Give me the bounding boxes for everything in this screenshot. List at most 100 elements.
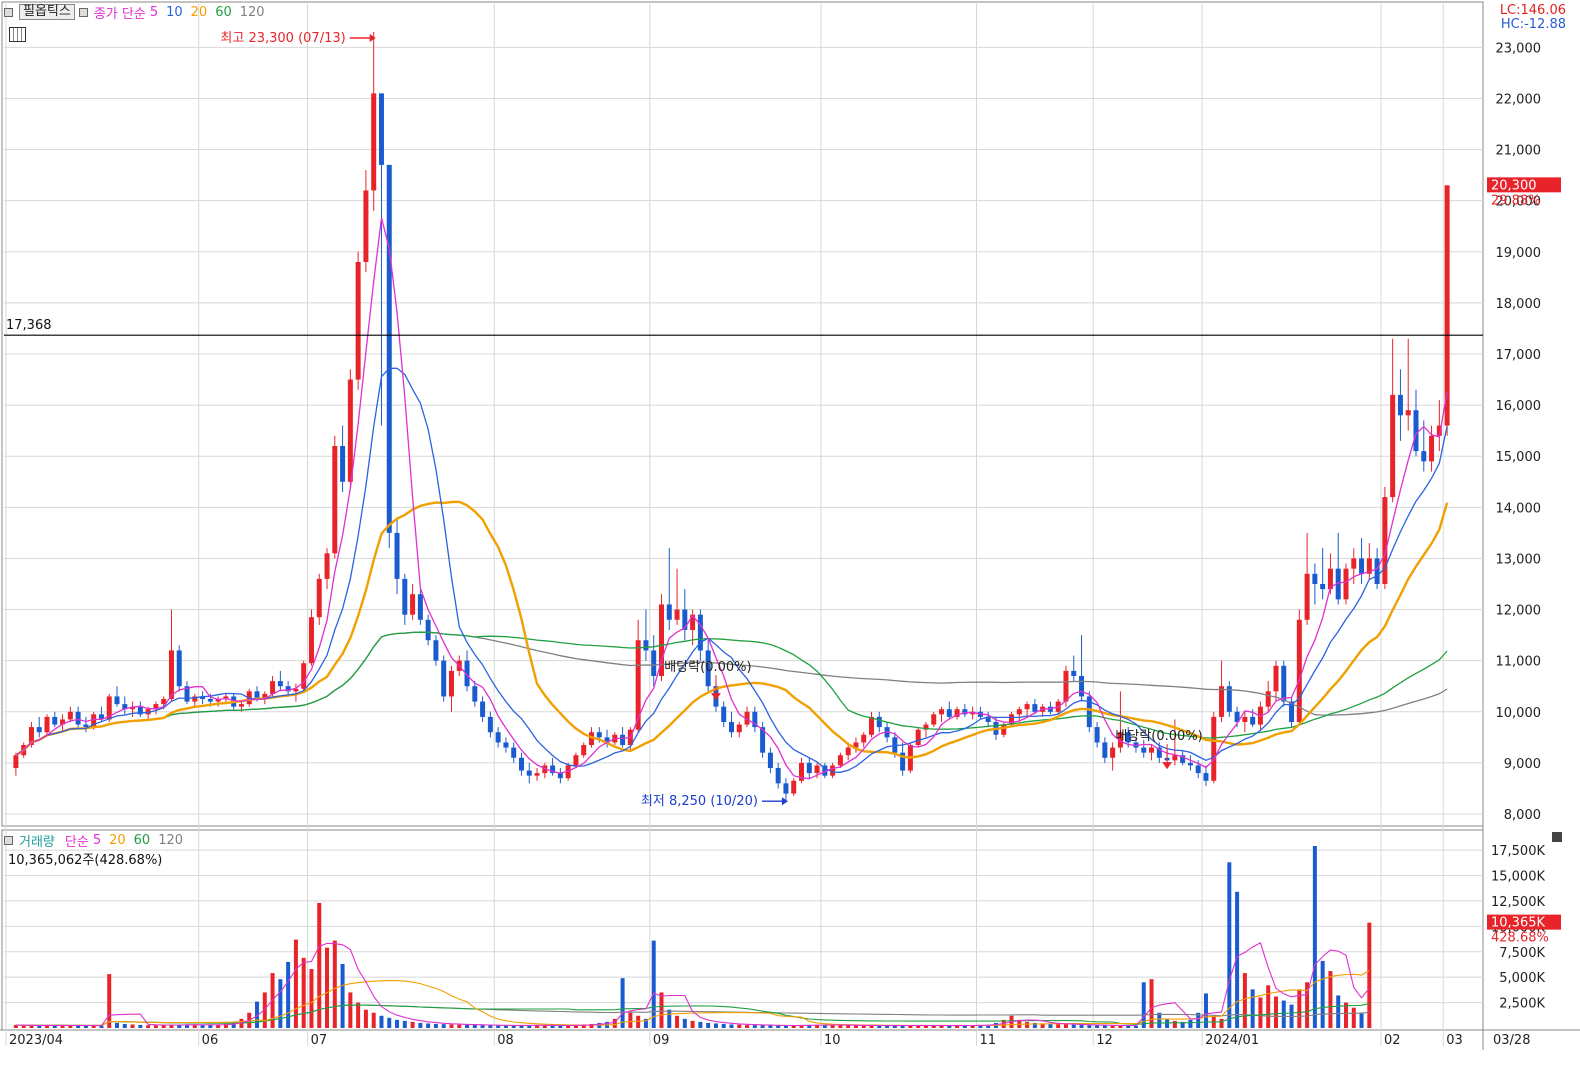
x-tick-label: 2024/01	[1205, 1033, 1259, 1048]
candle-body	[1195, 765, 1201, 774]
volume-bar	[690, 1020, 695, 1028]
volume-bar	[410, 1021, 415, 1028]
volume-bar	[68, 1025, 73, 1028]
volume-bar	[706, 1022, 711, 1028]
volume-tick-label: 17,500K	[1491, 844, 1545, 859]
volume-bar	[550, 1025, 555, 1028]
candle-body	[845, 747, 851, 756]
candle-body	[729, 722, 734, 733]
volume-bar	[363, 1009, 368, 1028]
candle-body	[52, 716, 58, 725]
volume-bar	[846, 1025, 851, 1028]
price-tick-label: 23,000	[1496, 41, 1542, 56]
volume-bar	[768, 1025, 773, 1028]
x-tick-label: 11	[980, 1033, 997, 1048]
candle-body	[1374, 558, 1380, 584]
ma-5-label[interactable]: 5	[150, 5, 158, 20]
candle-body	[308, 617, 314, 664]
last-price-label: 20,300	[1491, 178, 1537, 193]
x-axis-right-label: 03/28	[1493, 1033, 1530, 1048]
price-tick-label: 10,000	[1496, 706, 1542, 721]
indicator-toggle-icon[interactable]	[78, 7, 88, 17]
stock-name-button[interactable]: 필옵틱스	[19, 4, 75, 20]
volume-bar	[1102, 1025, 1107, 1028]
volume-bar	[1250, 989, 1255, 1028]
panel-toggle-icon[interactable]	[4, 7, 13, 17]
volume-bar	[745, 1024, 750, 1028]
candle-body	[814, 765, 820, 774]
volume-bar	[340, 963, 345, 1028]
x-tick-label: 2023/04	[9, 1033, 63, 1048]
ma-10-label[interactable]: 10	[166, 5, 183, 20]
volume-bar	[309, 969, 314, 1028]
candle-body	[620, 734, 626, 745]
vol-ma-120-label[interactable]: 120	[158, 833, 183, 848]
volume-bar	[371, 1012, 376, 1028]
volume-bar	[1266, 985, 1271, 1028]
candle-body	[1016, 709, 1022, 715]
volume-bar	[465, 1024, 470, 1028]
candle-body	[168, 650, 174, 699]
volume-tick-label: 7,500K	[1499, 946, 1545, 961]
volume-bar	[356, 1002, 361, 1028]
volume-bar	[1025, 1021, 1030, 1028]
price-tick-label: 21,000	[1496, 144, 1542, 159]
vol-ma-5-label[interactable]: 5	[93, 833, 101, 848]
volume-bar	[480, 1025, 485, 1028]
dividend-label: 배당락(0.00%)	[1115, 729, 1202, 744]
candle-body	[13, 755, 19, 768]
candle-body	[931, 714, 937, 725]
vol-ma-60-label[interactable]: 60	[134, 833, 151, 848]
x-tick-label: 03	[1446, 1033, 1463, 1048]
candle-body	[1413, 410, 1419, 452]
volume-bar	[1227, 862, 1232, 1028]
price-tick-label: 22,000	[1496, 92, 1542, 107]
candle-body	[83, 724, 89, 728]
volume-panel-toggle-icon[interactable]	[4, 835, 13, 845]
volume-tick-label: 2,500K	[1499, 997, 1545, 1012]
candle-body	[301, 663, 307, 689]
stock-chart: 8,000 9,000 10,000 11,000 12,000 13,000 14,000…	[0, 0, 1580, 1064]
volume-bar	[130, 1024, 135, 1028]
volume-bar	[503, 1025, 508, 1028]
volume-legend-title[interactable]: 거래량	[19, 831, 55, 850]
last-volume-label: 10,365K	[1491, 916, 1545, 931]
candle-body	[518, 757, 524, 771]
candle-body	[355, 262, 361, 380]
candle-body	[238, 704, 244, 707]
candle-body	[324, 553, 330, 579]
candle-body	[946, 709, 952, 717]
ma-20-label[interactable]: 20	[191, 5, 208, 20]
price-ma-legend-prefix[interactable]: 종가 단순	[94, 3, 146, 22]
candle-body	[1001, 724, 1007, 735]
volume-bar	[838, 1025, 843, 1028]
ma-120-label[interactable]: 120	[240, 5, 265, 20]
candle-body	[869, 716, 875, 735]
candle-body	[1281, 665, 1287, 702]
volume-bar	[752, 1025, 757, 1028]
candle-body	[340, 446, 346, 482]
volume-ma-prefix[interactable]: 단순	[65, 831, 89, 850]
volume-bar	[1359, 1012, 1364, 1028]
candle-body	[386, 164, 392, 533]
candle-body	[394, 532, 400, 579]
vol-ma-20-label[interactable]: 20	[109, 833, 126, 848]
candle-body	[503, 742, 509, 748]
candle-body	[1110, 747, 1116, 758]
candle-body	[1071, 670, 1077, 676]
candle-body	[674, 609, 680, 620]
price-tick-label: 16,000	[1496, 399, 1542, 414]
volume-tick-label: 5,000K	[1499, 971, 1545, 986]
ma-60-label[interactable]: 60	[215, 5, 232, 20]
reference-line-label: 17,368	[6, 318, 52, 333]
last-volume-pct: 428.68%	[1491, 931, 1549, 946]
candle-body	[425, 619, 431, 641]
volume-bar	[659, 992, 664, 1028]
price-tick-label: 13,000	[1496, 552, 1542, 567]
candle-body	[487, 716, 493, 733]
table-grid-icon[interactable]	[9, 27, 26, 42]
volume-tick-label: 12,500K	[1491, 895, 1545, 910]
candle-body	[1149, 747, 1155, 753]
candle-body	[1063, 670, 1069, 702]
candle-body	[526, 770, 532, 776]
